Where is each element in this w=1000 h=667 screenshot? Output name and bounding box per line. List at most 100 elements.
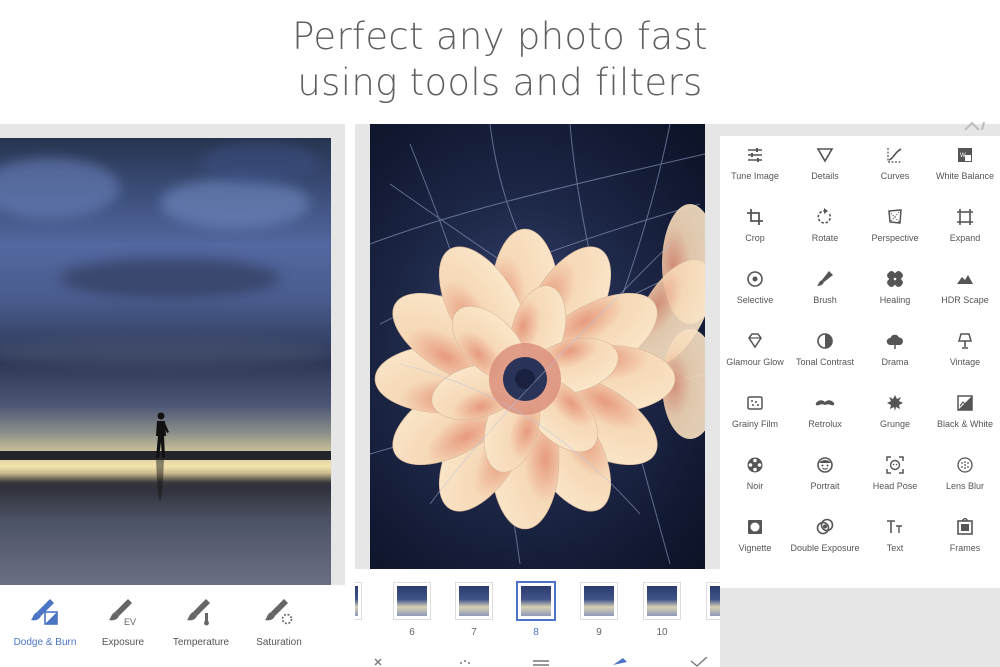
tool-label: Grainy Film <box>731 419 778 429</box>
tool-drama[interactable]: Drama <box>860 322 930 384</box>
cloud-icon <box>886 334 903 349</box>
rotate-icon <box>817 208 832 224</box>
selective-target-icon <box>747 271 763 287</box>
tool-label: Tune Image <box>731 171 779 181</box>
white-balance-icon: W <box>958 148 972 162</box>
collapse-arrow-icon[interactable] <box>960 118 990 130</box>
tool-label: HDR Scape <box>941 295 989 305</box>
tool-label: Curves <box>880 171 910 181</box>
filter-thumb-10[interactable] <box>644 583 680 619</box>
tool-label: Brush <box>813 295 837 305</box>
tool-label: Text <box>886 543 904 553</box>
tool-expand[interactable]: Expand <box>930 198 1000 260</box>
headline-line-1: Perfect any photo fast <box>292 15 708 58</box>
tool-head-pose[interactable]: Head Pose <box>860 446 930 508</box>
tool-portrait[interactable]: Portrait <box>790 446 860 508</box>
saturation-tool[interactable]: Saturation <box>239 597 319 648</box>
tool-label: Vignette <box>738 543 772 553</box>
tune-sliders-icon <box>748 148 762 162</box>
tools-grid: Tune Image Details Curves W White Balanc… <box>720 136 1000 588</box>
dodge-burn-tool[interactable]: Dodge & Burn <box>5 597 85 648</box>
flower-photo <box>370 124 705 569</box>
expand-icon <box>957 209 973 225</box>
filter-screen: 6 7 8 9 10 <box>355 124 720 667</box>
brush-toolbar: Dodge & Burn EV Exposure Temperature Sat… <box>0 585 345 667</box>
tool-label: Expand <box>949 233 981 243</box>
tool-frames[interactable]: Frames <box>930 508 1000 570</box>
tool-label: Retrolux <box>808 419 842 429</box>
tool-vintage[interactable]: Vintage <box>930 322 1000 384</box>
vignette-icon <box>748 520 762 534</box>
dodge-burn-brush-icon <box>31 599 58 625</box>
close-icon <box>374 658 382 666</box>
filter-thumb-7[interactable] <box>456 583 492 619</box>
tool-details[interactable]: Details <box>790 136 860 198</box>
silhouette-photo <box>0 138 331 585</box>
tool-hdr-scape[interactable]: HDR Scape <box>930 260 1000 322</box>
tool-lens-blur[interactable]: Lens Blur <box>930 446 1000 508</box>
tool-noir[interactable]: Noir <box>720 446 790 508</box>
head-pose-icon <box>886 456 904 474</box>
brush-icon <box>817 271 833 286</box>
tool-rotate[interactable]: Rotate <box>790 198 860 260</box>
tool-double-exposure[interactable]: Double Exposure <box>790 508 860 570</box>
tool-grainy-film[interactable]: Grainy Film <box>720 384 790 446</box>
double-exposure-icon <box>816 518 834 535</box>
tool-label: Frames <box>949 543 981 553</box>
filter-thumb-8[interactable] <box>518 583 554 619</box>
grain-icon <box>747 396 763 410</box>
tool-label: Glamour Glow <box>726 357 784 367</box>
headline: Perfect any photo fast using tools and f… <box>0 14 1000 106</box>
tool-white-balance[interactable]: W White Balance <box>930 136 1000 198</box>
tool-label: Drama <box>881 357 909 367</box>
filter-thumb-partial[interactable] <box>707 583 720 619</box>
tool-crop[interactable]: Crop <box>720 198 790 260</box>
tool-vignette[interactable]: Vignette <box>720 508 790 570</box>
exposure-tool[interactable]: EV Exposure <box>83 597 163 648</box>
svg-text:EV: EV <box>124 617 136 627</box>
healing-bandage-icon <box>887 271 903 287</box>
tools-screen: Tune Image Details Curves W White Balanc… <box>720 121 1000 667</box>
details-triangle-icon <box>816 148 834 163</box>
tool-label: Exposure <box>101 637 145 648</box>
tool-label: Selective <box>736 295 774 305</box>
lens-blur-icon <box>957 457 973 473</box>
tool-label: Dodge & Burn <box>13 637 77 648</box>
filter-filmstrip: 6 7 8 9 10 <box>355 569 720 667</box>
exposure-brush-icon: EV <box>109 599 136 627</box>
tool-brush[interactable]: Brush <box>790 260 860 322</box>
tool-black-white[interactable]: Black & White <box>930 384 1000 446</box>
check-icon <box>690 657 708 667</box>
tool-grunge[interactable]: Grunge <box>860 384 930 446</box>
promo-screen: Perfect any photo fast using tools and f… <box>0 0 1000 667</box>
tool-label: Head Pose <box>872 481 918 491</box>
tool-retrolux[interactable]: Retrolux <box>790 384 860 446</box>
tool-label: Healing <box>879 295 911 305</box>
diamond-icon <box>748 333 762 349</box>
saturation-brush-icon <box>265 599 293 625</box>
grunge-icon <box>887 395 903 411</box>
filter-thumb-partial[interactable] <box>355 583 361 619</box>
temperature-brush-icon <box>187 599 210 626</box>
tool-perspective[interactable]: Perspective <box>860 198 930 260</box>
tool-label: Perspective <box>871 233 919 243</box>
tool-glamour-glow[interactable]: Glamour Glow <box>720 322 790 384</box>
tune-icon <box>533 660 549 666</box>
filter-thumb-9[interactable] <box>581 583 617 619</box>
tool-healing[interactable]: Healing <box>860 260 930 322</box>
tool-label: Temperature <box>172 637 230 648</box>
tool-label: Lens Blur <box>945 481 985 491</box>
tool-text[interactable]: Text <box>860 508 930 570</box>
temperature-tool[interactable]: Temperature <box>161 597 241 648</box>
tool-tonal-contrast[interactable]: Tonal Contrast <box>790 322 860 384</box>
thumb-number: 9 <box>596 627 602 638</box>
tool-tune-image[interactable]: Tune Image <box>720 136 790 198</box>
flower-image <box>370 124 705 565</box>
tonal-contrast-icon <box>817 333 833 349</box>
mountains-icon <box>957 275 973 284</box>
filter-thumb-6[interactable] <box>394 583 430 619</box>
frames-icon <box>957 518 973 535</box>
tool-curves[interactable]: Curves <box>860 136 930 198</box>
tool-selective[interactable]: Selective <box>720 260 790 322</box>
tool-label: Details <box>811 171 839 181</box>
